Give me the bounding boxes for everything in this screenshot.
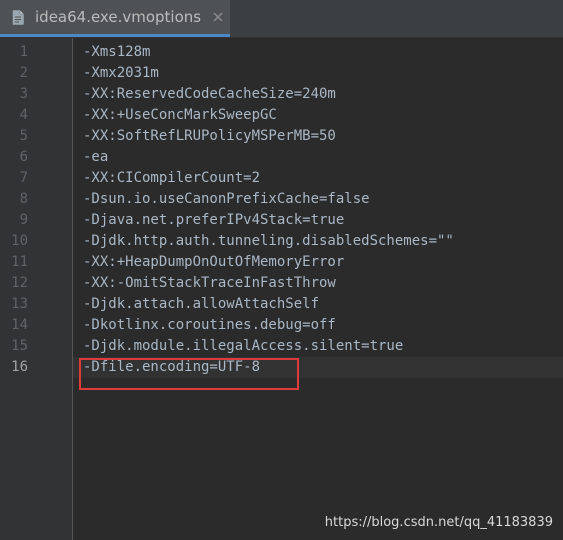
line-number: 8 bbox=[19, 191, 28, 207]
line-number: 12 bbox=[11, 275, 28, 291]
line-number: 1 bbox=[19, 44, 28, 60]
close-icon[interactable] bbox=[213, 12, 223, 22]
code-line[interactable]: -XX:+HeapDumpOnOutOfMemoryError bbox=[83, 252, 344, 273]
code-line[interactable]: -Djava.net.preferIPv4Stack=true bbox=[83, 210, 344, 231]
code-line[interactable]: -ea bbox=[83, 147, 108, 168]
code-line[interactable]: -XX:SoftRefLRUPolicyMSPerMB=50 bbox=[83, 126, 336, 147]
line-number: 4 bbox=[19, 107, 28, 123]
code-line[interactable]: -XX:+UseConcMarkSweepGC bbox=[83, 105, 277, 126]
code-line[interactable]: -Djdk.attach.allowAttachSelf bbox=[83, 294, 319, 315]
line-number-gutter: 1 2 3 4 5 6 7 8 9 10 11 12 13 14 15 16 bbox=[0, 38, 73, 540]
code-line[interactable]: -Xms128m bbox=[83, 42, 150, 63]
line-number: 5 bbox=[19, 128, 28, 144]
line-number: 6 bbox=[19, 149, 28, 165]
line-number: 7 bbox=[19, 170, 28, 186]
code-line[interactable]: -Dsun.io.useCanonPrefixCache=false bbox=[83, 189, 370, 210]
line-number: 14 bbox=[11, 317, 28, 333]
code-editor[interactable]: -Xms128m -Xmx2031m -XX:ReservedCodeCacheSi… bbox=[73, 38, 563, 540]
code-line[interactable]: -Djdk.http.auth.tunneling.disabledScheme… bbox=[83, 231, 454, 252]
line-number: 11 bbox=[11, 254, 28, 270]
code-line[interactable]: -Djdk.module.illegalAccess.silent=true bbox=[83, 336, 403, 357]
line-number: 2 bbox=[19, 65, 28, 81]
line-number: 3 bbox=[19, 86, 28, 102]
line-number: 10 bbox=[11, 233, 28, 249]
file-icon bbox=[12, 10, 24, 25]
ide-window: idea64.exe.vmoptions 1 2 3 4 5 6 7 8 9 10 11 12 13 14… bbox=[0, 0, 563, 540]
line-number: 13 bbox=[11, 296, 28, 312]
watermark-url: https://blog.csdn.net/qq_41183839 bbox=[324, 515, 553, 530]
code-line[interactable]: -Dfile.encoding=UTF-8 bbox=[83, 357, 260, 378]
line-number: 16 bbox=[11, 359, 28, 375]
editor-tab-bar: idea64.exe.vmoptions bbox=[0, 0, 563, 38]
line-number: 9 bbox=[19, 212, 28, 228]
tab-vmoptions-file[interactable]: idea64.exe.vmoptions bbox=[0, 0, 230, 37]
code-line[interactable]: -Dkotlinx.coroutines.debug=off bbox=[83, 315, 336, 336]
code-line[interactable]: -Xmx2031m bbox=[83, 63, 159, 84]
tab-title: idea64.exe.vmoptions bbox=[35, 8, 202, 26]
code-line[interactable]: -XX:CICompilerCount=2 bbox=[83, 168, 260, 189]
code-line[interactable]: -XX:ReservedCodeCacheSize=240m bbox=[83, 84, 336, 105]
line-number: 15 bbox=[11, 338, 28, 354]
code-line[interactable]: -XX:-OmitStackTraceInFastThrow bbox=[83, 273, 336, 294]
